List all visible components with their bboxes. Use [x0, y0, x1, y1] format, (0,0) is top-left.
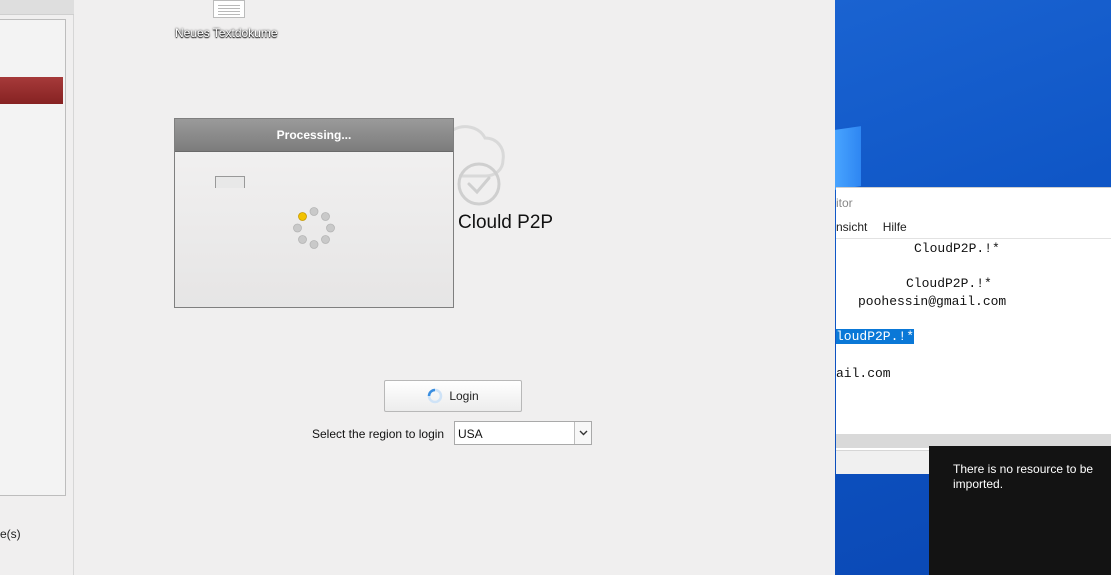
region-label: Select the region to login	[312, 427, 445, 441]
notepad-title: itor	[836, 196, 853, 210]
desktop-icon-label[interactable]: Neues Textdokume	[175, 26, 278, 40]
left-list-selected-item[interactable]	[0, 77, 63, 104]
menu-help[interactable]: Hilfe	[883, 220, 907, 234]
processing-dialog-title: Processing...	[175, 119, 453, 152]
text-line: ail.com	[836, 366, 891, 381]
desktop-light-beam	[835, 126, 861, 190]
files-count-label: e(s)	[0, 527, 21, 541]
region-selected-value: USA	[458, 427, 483, 441]
text-line: CloudP2P.!*	[914, 241, 1000, 256]
notepad-window: itor nsicht Hilfe CloudP2P.!* CloudP2P.!…	[836, 187, 1111, 474]
text-document-icon-partial[interactable]	[215, 176, 245, 188]
processing-dialog: Processing...	[174, 118, 454, 308]
notepad-text-area[interactable]: CloudP2P.!* CloudP2P.!* poohessin@gmail.…	[836, 238, 1111, 434]
selected-text-line: loudP2P.!*	[836, 329, 915, 344]
notification-toast[interactable]: There is no resource to be imported.	[929, 446, 1111, 575]
cloud-check-icon	[452, 125, 505, 206]
left-toolbar-strip	[0, 0, 74, 15]
text-line: CloudP2P.!*	[906, 276, 992, 291]
chevron-down-icon[interactable]	[574, 422, 591, 444]
text-line: poohessin@gmail.com	[858, 294, 1007, 309]
notepad-menubar: nsicht Hilfe	[836, 220, 919, 234]
brand-name: Clould P2P	[458, 212, 554, 233]
menu-view[interactable]: nsicht	[836, 220, 867, 234]
login-button-label: Login	[449, 389, 479, 403]
left-pane: e(s)	[0, 0, 74, 575]
toast-message: There is no resource to be imported.	[953, 462, 1094, 491]
text-document-icon-lines	[218, 3, 240, 15]
loading-ring-icon	[428, 388, 443, 404]
region-select[interactable]: USA	[454, 421, 592, 445]
loading-spinner-icon	[293, 207, 335, 249]
login-button[interactable]: Login	[384, 380, 522, 412]
